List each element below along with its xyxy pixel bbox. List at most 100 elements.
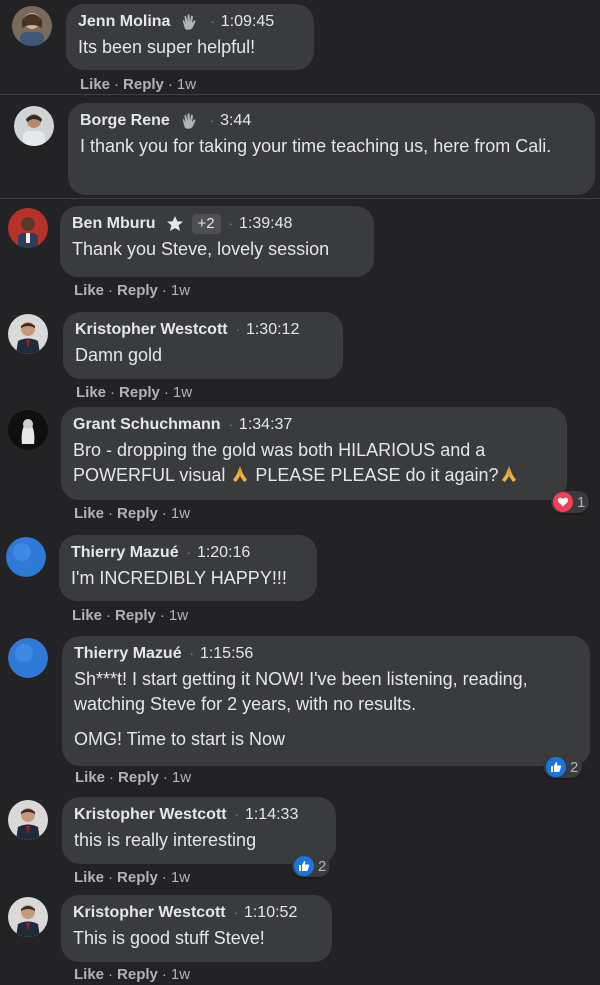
video-timestamp[interactable]: 1:09:45 xyxy=(221,11,274,33)
comment-actions: Like · Reply · 1w xyxy=(72,607,189,624)
commenter-name[interactable]: Ben Mburu xyxy=(72,213,156,235)
avatar[interactable] xyxy=(8,410,48,450)
badge-count[interactable]: +2 xyxy=(191,214,221,234)
video-timestamp[interactable]: 1:20:16 xyxy=(197,542,250,564)
reply-button[interactable]: Reply xyxy=(117,966,158,983)
commenter-name[interactable]: Thierry Mazué xyxy=(71,542,179,564)
reply-button[interactable]: Reply xyxy=(117,869,158,886)
like-button[interactable]: Like xyxy=(80,76,110,93)
wave-icon xyxy=(176,110,202,132)
video-timestamp[interactable]: 1:30:12 xyxy=(246,319,299,341)
avatar[interactable] xyxy=(8,897,48,937)
video-timestamp[interactable]: 1:39:48 xyxy=(239,213,292,235)
separator-dot: · xyxy=(210,14,215,29)
commenter-name[interactable]: Kristopher Westcott xyxy=(75,319,228,341)
heart-icon xyxy=(553,492,573,512)
avatar[interactable] xyxy=(8,208,48,248)
comment-text: Its been super helpful! xyxy=(78,37,256,57)
reply-button[interactable]: Reply xyxy=(119,384,160,401)
commenter-name[interactable]: Grant Schuchmann xyxy=(73,414,221,436)
reply-button[interactable]: Reply xyxy=(117,505,158,522)
like-button[interactable]: Like xyxy=(74,869,104,886)
comment-text: I'm INCREDIBLY HAPPY!!! xyxy=(71,568,287,588)
comment-bubble: Grant Schuchmann · 1:34:37 Bro - droppin… xyxy=(61,407,567,500)
star-icon xyxy=(162,213,188,235)
comment-text: I thank you for taking your time teachin… xyxy=(80,136,552,156)
comment-actions: Like · Reply · 1w xyxy=(74,966,191,983)
separator-dot: · xyxy=(186,545,191,560)
comment-text: Bro - dropping the gold was both HILARIO… xyxy=(73,438,555,491)
comment-text: Damn gold xyxy=(75,345,163,365)
folded-hands-icon xyxy=(230,464,250,491)
reply-button[interactable]: Reply xyxy=(117,282,158,299)
divider xyxy=(0,198,600,199)
comment-bubble: Kristopher Westcott · 1:14:33 this is re… xyxy=(62,797,336,864)
commenter-name[interactable]: Borge Rene xyxy=(80,110,170,132)
avatar[interactable] xyxy=(14,106,54,146)
commenter-name[interactable]: Kristopher Westcott xyxy=(74,804,227,826)
comment-bubble: Jenn Molina · 1:09:45 Its been super hel… xyxy=(66,4,314,70)
like-button[interactable]: Like xyxy=(76,384,106,401)
like-button[interactable]: Like xyxy=(74,282,104,299)
comment-actions: Like · Reply · 1w xyxy=(74,505,191,522)
avatar[interactable] xyxy=(8,314,48,354)
video-timestamp[interactable]: 1:10:52 xyxy=(244,902,297,924)
like-icon xyxy=(546,757,566,777)
like-button[interactable]: Like xyxy=(72,607,102,624)
comment-age[interactable]: 1w xyxy=(171,869,190,886)
separator-dot: · xyxy=(233,905,238,920)
like-icon xyxy=(294,856,314,876)
avatar[interactable] xyxy=(8,800,48,840)
comment-text: Sh***t! I start getting it NOW! I've bee… xyxy=(74,669,528,749)
folded-hands-icon xyxy=(499,464,519,491)
reaction-count[interactable]: 2 xyxy=(292,855,331,877)
video-timestamp[interactable]: 1:14:33 xyxy=(245,804,298,826)
comment-actions: Like · Reply · 1w xyxy=(76,384,193,401)
divider xyxy=(0,94,600,95)
comment-text: Thank you Steve, lovely session xyxy=(72,239,330,259)
like-button[interactable]: Like xyxy=(74,505,104,522)
separator-dot: · xyxy=(228,216,233,231)
reply-button[interactable]: Reply xyxy=(118,769,159,786)
video-timestamp[interactable]: 1:34:37 xyxy=(239,414,292,436)
comment-actions: Like · Reply · 1w xyxy=(74,282,191,299)
reply-button[interactable]: Reply xyxy=(115,607,156,624)
like-button[interactable]: Like xyxy=(74,966,104,983)
comment-actions: Like · Reply · 1w xyxy=(80,76,197,93)
commenter-name[interactable]: Kristopher Westcott xyxy=(73,902,226,924)
comment-bubble: Kristopher Westcott · 1:30:12 Damn gold xyxy=(63,312,343,379)
comment-text: this is really interesting xyxy=(74,830,257,850)
separator-dot: · xyxy=(189,646,194,661)
comment-age[interactable]: 1w xyxy=(173,384,192,401)
avatar[interactable] xyxy=(12,6,52,46)
separator-dot: · xyxy=(209,113,215,128)
avatar[interactable] xyxy=(6,537,46,577)
reply-button[interactable]: Reply xyxy=(123,76,164,93)
comment-age[interactable]: 1w xyxy=(177,76,196,93)
comment-bubble: Thierry Mazué · 1:20:16 I'm INCREDIBLY H… xyxy=(59,535,317,601)
like-button[interactable]: Like xyxy=(75,769,105,786)
separator-dot: · xyxy=(235,322,240,337)
commenter-name[interactable]: Jenn Molina xyxy=(78,11,170,33)
comment-age[interactable]: 1w xyxy=(169,607,188,624)
separator-dot: · xyxy=(234,807,239,822)
comment-age[interactable]: 1w xyxy=(171,282,190,299)
separator-dot: · xyxy=(228,417,233,432)
reaction-count[interactable]: 1 xyxy=(551,491,590,513)
video-timestamp[interactable]: 1:15:56 xyxy=(200,643,253,665)
comment-actions: Like · Reply · 1w xyxy=(75,769,192,786)
video-timestamp[interactable]: 3:44 xyxy=(220,110,251,132)
avatar[interactable] xyxy=(8,638,48,678)
comment-bubble: Kristopher Westcott · 1:10:52 This is go… xyxy=(61,895,332,962)
wave-icon xyxy=(176,11,202,33)
comment-age[interactable]: 1w xyxy=(171,505,190,522)
comment-bubble: Thierry Mazué · 1:15:56 Sh***t! I start … xyxy=(62,636,590,766)
comment-age[interactable]: 1w xyxy=(171,966,190,983)
comment-age[interactable]: 1w xyxy=(172,769,191,786)
comment-actions: Like · Reply · 1w xyxy=(74,869,191,886)
reaction-count[interactable]: 2 xyxy=(544,756,583,778)
comment-text: This is good stuff Steve! xyxy=(73,928,265,948)
commenter-name[interactable]: Thierry Mazué xyxy=(74,643,182,665)
comment-bubble: Borge Rene · 3:44 I thank you for taking… xyxy=(68,103,595,195)
comment-bubble: Ben Mburu +2 · 1:39:48 Thank you Steve, … xyxy=(60,206,374,277)
